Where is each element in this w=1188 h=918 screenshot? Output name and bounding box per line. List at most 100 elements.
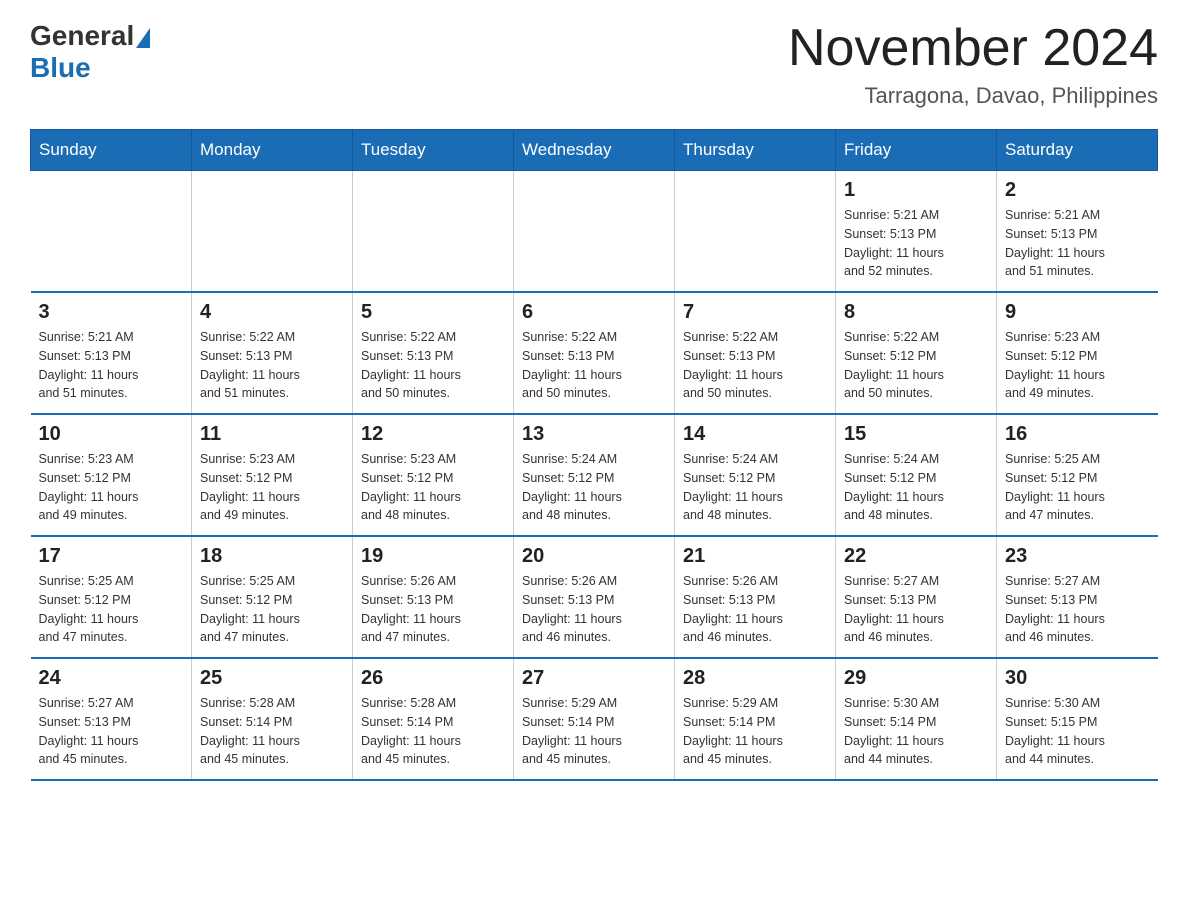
day-number: 20 xyxy=(522,545,666,568)
day-number: 8 xyxy=(844,301,988,324)
calendar-week-1: 1 Sunrise: 5:21 AMSunset: 5:13 PMDaylight… xyxy=(31,171,1158,293)
calendar-cell: 7 Sunrise: 5:22 AMSunset: 5:13 PMDaylight… xyxy=(675,292,836,414)
day-info: Sunrise: 5:22 AMSunset: 5:13 PMDaylight:… xyxy=(522,328,666,403)
day-number: 19 xyxy=(361,545,505,568)
calendar-cell xyxy=(675,171,836,293)
month-title: November 2024 xyxy=(788,20,1158,77)
day-number: 30 xyxy=(1005,667,1150,690)
day-number: 13 xyxy=(522,423,666,446)
day-number: 12 xyxy=(361,423,505,446)
calendar-cell: 3Sunrise: 5:21 AMSunset: 5:13 PMDaylight… xyxy=(31,292,192,414)
calendar-cell: 28 Sunrise: 5:29 AMSunset: 5:14 PMDayligh… xyxy=(675,658,836,780)
logo-blue-text: Blue xyxy=(30,52,91,84)
calendar-cell: 24 Sunrise: 5:27 AMSunset: 5:13 PMDayligh… xyxy=(31,658,192,780)
day-info: Sunrise: 5:28 AMSunset: 5:14 PMDaylight:… xyxy=(200,694,344,769)
day-info: Sunrise: 5:22 AMSunset: 5:12 PMDaylight:… xyxy=(844,328,988,403)
day-info: Sunrise: 5:30 AMSunset: 5:15 PMDaylight:… xyxy=(1005,694,1150,769)
day-number: 29 xyxy=(844,667,988,690)
day-info: Sunrise: 5:28 AMSunset: 5:14 PMDaylight:… xyxy=(361,694,505,769)
calendar-cell: 27 Sunrise: 5:29 AMSunset: 5:14 PMDayligh… xyxy=(514,658,675,780)
calendar-cell: 12Sunrise: 5:23 AMSunset: 5:12 PMDayligh… xyxy=(353,414,514,536)
calendar-cell xyxy=(192,171,353,293)
weekday-header-monday: Monday xyxy=(192,130,353,171)
calendar-cell: 19 Sunrise: 5:26 AMSunset: 5:13 PMDayligh… xyxy=(353,536,514,658)
day-number: 6 xyxy=(522,301,666,324)
calendar-week-2: 3Sunrise: 5:21 AMSunset: 5:13 PMDaylight… xyxy=(31,292,1158,414)
day-info: Sunrise: 5:26 AMSunset: 5:13 PMDaylight:… xyxy=(361,572,505,647)
day-info: Sunrise: 5:23 AMSunset: 5:12 PMDaylight:… xyxy=(200,450,344,525)
calendar-week-3: 10 Sunrise: 5:23 AMSunset: 5:12 PMDayligh… xyxy=(31,414,1158,536)
day-info: Sunrise: 5:22 AMSunset: 5:13 PMDaylight:… xyxy=(200,328,344,403)
calendar-cell: 6 Sunrise: 5:22 AMSunset: 5:13 PMDaylight… xyxy=(514,292,675,414)
weekday-header-wednesday: Wednesday xyxy=(514,130,675,171)
calendar-cell: 13 Sunrise: 5:24 AMSunset: 5:12 PMDayligh… xyxy=(514,414,675,536)
title-area: November 2024 Tarragona, Davao, Philippi… xyxy=(788,20,1158,109)
calendar-table: SundayMondayTuesdayWednesdayThursdayFrid… xyxy=(30,129,1158,781)
day-number: 28 xyxy=(683,667,827,690)
day-number: 26 xyxy=(361,667,505,690)
calendar-cell: 18 Sunrise: 5:25 AMSunset: 5:12 PMDayligh… xyxy=(192,536,353,658)
location-subtitle: Tarragona, Davao, Philippines xyxy=(788,83,1158,109)
calendar-cell: 30 Sunrise: 5:30 AMSunset: 5:15 PMDayligh… xyxy=(997,658,1158,780)
day-number: 1 xyxy=(844,179,988,202)
day-info: Sunrise: 5:29 AMSunset: 5:14 PMDaylight:… xyxy=(683,694,827,769)
day-number: 25 xyxy=(200,667,344,690)
calendar-cell: 14Sunrise: 5:24 AMSunset: 5:12 PMDayligh… xyxy=(675,414,836,536)
calendar-cell xyxy=(514,171,675,293)
weekday-header-row: SundayMondayTuesdayWednesdayThursdayFrid… xyxy=(31,130,1158,171)
day-info: Sunrise: 5:27 AMSunset: 5:13 PMDaylight:… xyxy=(844,572,988,647)
calendar-cell: 23Sunrise: 5:27 AMSunset: 5:13 PMDayligh… xyxy=(997,536,1158,658)
weekday-header-tuesday: Tuesday xyxy=(353,130,514,171)
day-info: Sunrise: 5:23 AMSunset: 5:12 PMDaylight:… xyxy=(1005,328,1150,403)
calendar-week-5: 24 Sunrise: 5:27 AMSunset: 5:13 PMDayligh… xyxy=(31,658,1158,780)
day-number: 17 xyxy=(39,545,184,568)
logo-general-text: General xyxy=(30,20,134,52)
day-info: Sunrise: 5:30 AMSunset: 5:14 PMDaylight:… xyxy=(844,694,988,769)
calendar-cell: 1 Sunrise: 5:21 AMSunset: 5:13 PMDaylight… xyxy=(836,171,997,293)
day-info: Sunrise: 5:29 AMSunset: 5:14 PMDaylight:… xyxy=(522,694,666,769)
day-number: 4 xyxy=(200,301,344,324)
calendar-cell xyxy=(353,171,514,293)
day-info: Sunrise: 5:23 AMSunset: 5:12 PMDaylight:… xyxy=(39,450,184,525)
header: General Blue November 2024 Tarragona, Da… xyxy=(30,20,1158,109)
day-info: Sunrise: 5:24 AMSunset: 5:12 PMDaylight:… xyxy=(522,450,666,525)
day-number: 18 xyxy=(200,545,344,568)
day-info: Sunrise: 5:26 AMSunset: 5:13 PMDaylight:… xyxy=(683,572,827,647)
logo: General Blue xyxy=(30,20,150,84)
day-info: Sunrise: 5:26 AMSunset: 5:13 PMDaylight:… xyxy=(522,572,666,647)
day-info: Sunrise: 5:21 AMSunset: 5:13 PMDaylight:… xyxy=(844,206,988,281)
day-number: 10 xyxy=(39,423,184,446)
calendar-cell: 8 Sunrise: 5:22 AMSunset: 5:12 PMDaylight… xyxy=(836,292,997,414)
calendar-cell: 9Sunrise: 5:23 AMSunset: 5:12 PMDaylight… xyxy=(997,292,1158,414)
day-number: 24 xyxy=(39,667,184,690)
calendar-cell: 4 Sunrise: 5:22 AMSunset: 5:13 PMDaylight… xyxy=(192,292,353,414)
day-number: 5 xyxy=(361,301,505,324)
day-number: 14 xyxy=(683,423,827,446)
calendar-cell: 15Sunrise: 5:24 AMSunset: 5:12 PMDayligh… xyxy=(836,414,997,536)
day-number: 15 xyxy=(844,423,988,446)
calendar-cell: 16Sunrise: 5:25 AMSunset: 5:12 PMDayligh… xyxy=(997,414,1158,536)
calendar-cell: 29 Sunrise: 5:30 AMSunset: 5:14 PMDayligh… xyxy=(836,658,997,780)
calendar-cell: 26 Sunrise: 5:28 AMSunset: 5:14 PMDayligh… xyxy=(353,658,514,780)
day-number: 2 xyxy=(1005,179,1150,202)
day-number: 11 xyxy=(200,423,344,446)
day-info: Sunrise: 5:21 AMSunset: 5:13 PMDaylight:… xyxy=(1005,206,1150,281)
calendar-cell: 10 Sunrise: 5:23 AMSunset: 5:12 PMDayligh… xyxy=(31,414,192,536)
day-info: Sunrise: 5:25 AMSunset: 5:12 PMDaylight:… xyxy=(200,572,344,647)
day-info: Sunrise: 5:27 AMSunset: 5:13 PMDaylight:… xyxy=(39,694,184,769)
calendar-cell: 20 Sunrise: 5:26 AMSunset: 5:13 PMDayligh… xyxy=(514,536,675,658)
calendar-cell xyxy=(31,171,192,293)
day-number: 23 xyxy=(1005,545,1150,568)
day-info: Sunrise: 5:25 AMSunset: 5:12 PMDaylight:… xyxy=(39,572,184,647)
day-number: 3 xyxy=(39,301,184,324)
day-number: 7 xyxy=(683,301,827,324)
calendar-cell: 2 Sunrise: 5:21 AMSunset: 5:13 PMDaylight… xyxy=(997,171,1158,293)
day-number: 27 xyxy=(522,667,666,690)
weekday-header-saturday: Saturday xyxy=(997,130,1158,171)
calendar-cell: 22Sunrise: 5:27 AMSunset: 5:13 PMDayligh… xyxy=(836,536,997,658)
calendar-cell: 5Sunrise: 5:22 AMSunset: 5:13 PMDaylight… xyxy=(353,292,514,414)
day-info: Sunrise: 5:22 AMSunset: 5:13 PMDaylight:… xyxy=(683,328,827,403)
weekday-header-friday: Friday xyxy=(836,130,997,171)
calendar-cell: 17 Sunrise: 5:25 AMSunset: 5:12 PMDayligh… xyxy=(31,536,192,658)
day-info: Sunrise: 5:25 AMSunset: 5:12 PMDaylight:… xyxy=(1005,450,1150,525)
